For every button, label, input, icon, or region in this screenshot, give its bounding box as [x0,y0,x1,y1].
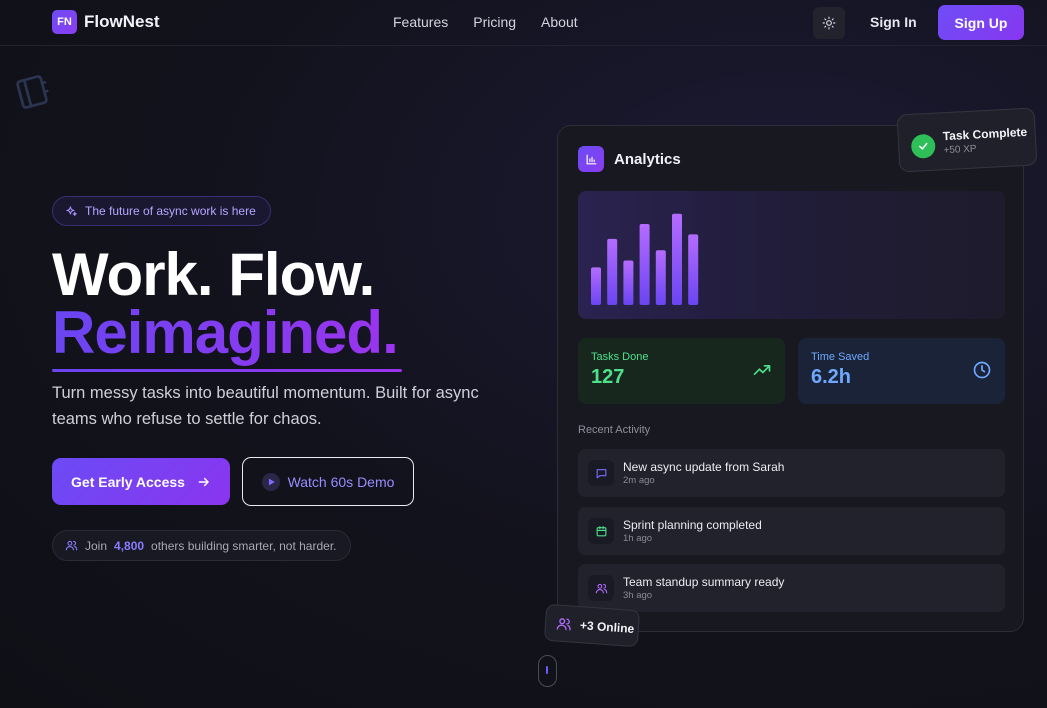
nav-link-features[interactable]: Features [393,14,448,30]
chart-bar [688,234,699,305]
users-icon [588,575,614,601]
activity-item[interactable]: Sprint planning completed 1h ago [578,507,1005,555]
online-indicator: +3 Online [543,603,641,648]
users-icon [65,540,78,551]
bar-chart [591,213,699,305]
chart-bar [639,224,650,305]
notebook-icon [16,75,49,109]
task-complete-toast: Task Complete +50 XP [896,107,1038,173]
tasks-done-stat: Tasks Done 127 [578,338,785,404]
nav-link-about[interactable]: About [541,14,578,30]
toast-subtitle: +50 XP [943,143,977,157]
sun-icon [822,16,836,30]
hero-badge: The future of async work is here [52,196,271,226]
clock-icon [973,361,991,379]
check-icon [910,133,936,159]
tasks-done-label: Tasks Done [591,351,649,363]
scroll-indicator[interactable] [538,655,557,687]
analytics-chart [578,191,1005,319]
hero-headline-line2: Reimagined. [52,299,399,366]
scroll-dot [546,666,548,674]
activity-title: New async update from Sarah [623,460,785,474]
nav-link-pricing[interactable]: Pricing [473,14,516,30]
activity-item[interactable]: Team standup summary ready 3h ago [578,564,1005,612]
join-prefix: Join [85,538,108,553]
activity-time: 1h ago [623,533,653,544]
get-early-access-button[interactable]: Get Early Access [52,458,230,505]
play-icon [261,472,280,491]
nav-links: Features Pricing About [393,14,578,30]
social-proof: Join 4,800 others building smarter, not … [52,530,352,561]
message-icon [588,460,614,486]
calendar-icon [588,518,614,544]
sign-up-button[interactable]: Sign Up [938,5,1024,40]
users-icon [556,617,571,630]
activity-title: Sprint planning completed [623,518,762,532]
time-saved-label: Time Saved [811,351,870,363]
arrow-right-icon [198,477,209,486]
activity-time: 3h ago [623,590,653,601]
top-nav: FN FlowNest Features Pricing About Sign … [0,0,1047,46]
cta-primary-label: Get Early Access [71,473,185,490]
toast-title: Task Complete [942,124,1028,144]
headline-underline [52,369,402,372]
chart-bar [672,213,682,305]
activity-title: Team standup summary ready [623,575,785,589]
bar-chart-icon [578,146,604,172]
logo-text: FlowNest [84,12,160,31]
hero-badge-text: The future of async work is here [85,204,256,218]
chart-bar [607,238,618,305]
card-header: Analytics [578,146,681,172]
theme-toggle-button[interactable] [813,7,845,39]
hero-subtitle: Turn messy tasks into beautiful momentum… [52,384,479,428]
chart-bar [655,250,666,305]
watch-demo-button[interactable]: Watch 60s Demo [242,457,414,506]
analytics-card: Analytics Tasks Done 127 Time Saved 6.2h… [557,125,1024,632]
time-saved-stat: Time Saved 6.2h [798,338,1005,404]
online-count: +3 Online [579,617,635,636]
chart-bar [591,267,601,305]
logo-mark: FN [52,10,77,34]
trending-up-icon [753,365,771,375]
card-title: Analytics [614,150,681,168]
sparkles-icon [65,205,78,217]
recent-activity-label: Recent Activity [578,424,651,436]
activity-item[interactable]: New async update from Sarah 2m ago [578,449,1005,497]
tasks-done-value: 127 [591,366,625,388]
sign-in-link[interactable]: Sign In [870,14,917,30]
cta-secondary-label: Watch 60s Demo [287,473,395,490]
logo[interactable]: FN FlowNest [52,10,160,34]
chart-bar [623,260,634,305]
join-suffix: others building smarter, not harder. [151,538,337,553]
time-saved-value: 6.2h [811,366,852,388]
join-count: 4,800 [114,538,145,553]
activity-time: 2m ago [623,475,655,486]
